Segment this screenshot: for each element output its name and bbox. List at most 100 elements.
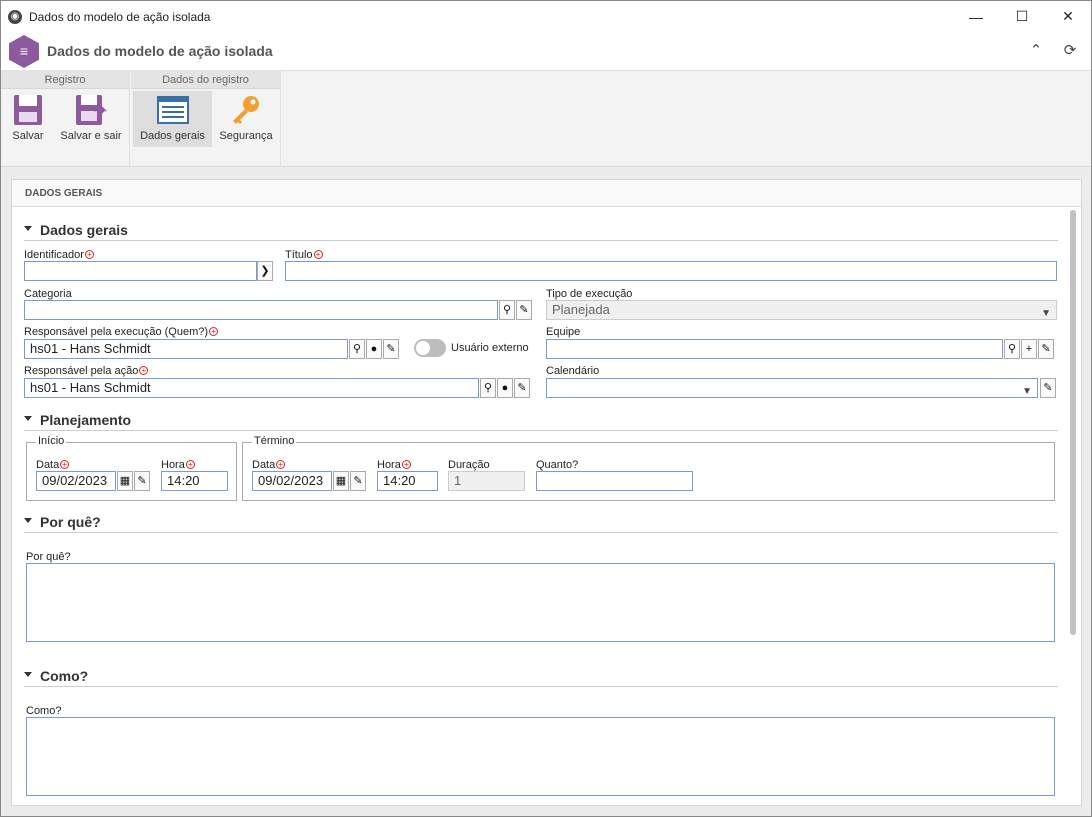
calendar-icon[interactable]: ▦: [333, 471, 349, 491]
user-icon[interactable]: ●: [497, 378, 513, 398]
clear-brush-icon[interactable]: ✎: [350, 471, 366, 491]
clear-brush-icon[interactable]: ✎: [516, 300, 532, 320]
duration-input: 1: [448, 471, 525, 491]
section-title: Por quê?: [40, 514, 101, 530]
how-label: Como?: [26, 705, 62, 717]
end-date-value: 09/02/2023: [258, 473, 324, 488]
save-and-exit-button[interactable]: Salvar e sair: [55, 91, 127, 147]
user-icon[interactable]: ●: [366, 339, 382, 359]
responsible-action-value: hs01 - Hans Schmidt: [30, 380, 151, 395]
search-icon[interactable]: ⚲: [1004, 339, 1020, 359]
start-legend: Início: [36, 435, 67, 447]
general-data-panel: DADOS GERAIS Dados gerais Identificador +…: [11, 179, 1082, 806]
section-general-data[interactable]: Dados gerais: [24, 221, 1058, 241]
amount-input[interactable]: [536, 471, 693, 491]
required-icon: +: [185, 460, 195, 469]
section-title: Dados gerais: [40, 222, 128, 238]
general-data-button[interactable]: Dados gerais: [133, 91, 212, 147]
panel-title: DADOS GERAIS: [12, 180, 1081, 207]
end-date-input[interactable]: 09/02/2023: [252, 471, 332, 491]
responsible-exec-input[interactable]: hs01 - Hans Schmidt: [24, 339, 348, 359]
responsible-exec-label: Responsável pela execução (Quem?) +: [24, 326, 219, 338]
duration-value: 1: [454, 473, 462, 488]
chevron-down-icon: [24, 672, 32, 677]
clear-brush-icon[interactable]: ✎: [514, 378, 530, 398]
refresh-icon[interactable]: ⟳: [1061, 42, 1079, 60]
search-icon[interactable]: ⚲: [480, 378, 496, 398]
section-how[interactable]: Como?: [24, 667, 1058, 687]
calendar-label: Calendário: [546, 365, 600, 377]
section-title: Planejamento: [40, 412, 132, 428]
start-time-input[interactable]: 14:20: [161, 471, 228, 491]
execution-type-select[interactable]: Planejada ▼: [546, 300, 1057, 320]
start-fieldset: Início Data + 09/02/2023 ▦ ✎ Hora + 14:20: [26, 435, 237, 501]
calendar-select[interactable]: ▼: [546, 378, 1038, 398]
search-icon[interactable]: ⚲: [349, 339, 365, 359]
calendar-icon[interactable]: ▦: [117, 471, 133, 491]
end-legend: Término: [252, 435, 297, 447]
general-data-label: Dados gerais: [140, 130, 205, 142]
identifier-label: Identificador +: [24, 249, 94, 261]
maximize-button[interactable]: ☐: [999, 1, 1045, 32]
identifier-input[interactable]: [24, 261, 257, 281]
clear-brush-icon[interactable]: ✎: [1038, 339, 1054, 359]
title-label: Título +: [285, 249, 323, 261]
application-window: ◉ Dados do modelo de ação isolada — ☐ ✕ …: [0, 0, 1092, 817]
end-date-label: Data +: [252, 459, 286, 471]
page-header: ≡ Dados do modelo de ação isolada ⌃ ⟳: [1, 32, 1091, 71]
clear-brush-icon[interactable]: ✎: [134, 471, 150, 491]
ribbon-group-dados-registro: Dados do registro Dados gerais Segurança: [131, 71, 281, 167]
execution-type-label: Tipo de execução: [546, 288, 633, 300]
start-date-value: 09/02/2023: [42, 473, 108, 488]
window-title: Dados do modelo de ação isolada: [29, 9, 211, 24]
search-icon[interactable]: ⚲: [499, 300, 515, 320]
key-icon: [229, 94, 263, 126]
responsible-action-label: Responsável pela ação +: [24, 365, 149, 377]
end-time-label: Hora +: [377, 459, 411, 471]
chevron-down-icon: [24, 416, 32, 421]
why-textarea[interactable]: [26, 563, 1055, 642]
chevron-down-icon: [24, 226, 32, 231]
start-date-input[interactable]: 09/02/2023: [36, 471, 116, 491]
minimize-button[interactable]: —: [953, 1, 999, 32]
responsible-action-input[interactable]: hs01 - Hans Schmidt: [24, 378, 479, 398]
external-user-toggle[interactable]: [414, 339, 446, 357]
required-icon: +: [401, 460, 411, 469]
chevron-right-icon[interactable]: ❯: [257, 261, 273, 281]
end-time-input[interactable]: 14:20: [377, 471, 438, 491]
save-button[interactable]: Salvar: [5, 91, 51, 147]
save-icon: [11, 94, 45, 126]
required-icon: +: [139, 366, 149, 375]
how-textarea[interactable]: [26, 717, 1055, 796]
clear-brush-icon[interactable]: ✎: [383, 339, 399, 359]
save-exit-icon: [74, 94, 108, 126]
close-icon: ✕: [1062, 8, 1074, 24]
chevron-down-icon: [24, 518, 32, 523]
minimize-icon: —: [969, 8, 983, 25]
save-exit-label: Salvar e sair: [60, 130, 122, 142]
form-icon: [156, 94, 190, 126]
section-why[interactable]: Por quê?: [24, 513, 1058, 533]
close-button[interactable]: ✕: [1045, 1, 1091, 32]
why-label: Por quê?: [26, 551, 71, 563]
collapse-icon[interactable]: ⌃: [1027, 42, 1045, 60]
team-input[interactable]: [546, 339, 1003, 359]
vertical-scrollbar[interactable]: [1070, 210, 1076, 635]
title-input[interactable]: [285, 261, 1057, 281]
start-time-label: Hora +: [161, 459, 195, 471]
security-button[interactable]: Segurança: [215, 91, 277, 147]
ribbon-toolbar: Registro Salvar Salvar e sair Dados do r…: [1, 71, 1091, 167]
clear-brush-icon[interactable]: ✎: [1040, 378, 1056, 398]
page-title: Dados do modelo de ação isolada: [47, 43, 273, 59]
required-icon: +: [276, 460, 286, 469]
section-title: Como?: [40, 668, 89, 684]
save-label: Salvar: [12, 130, 44, 142]
add-icon[interactable]: +: [1021, 339, 1037, 359]
required-icon: +: [313, 250, 323, 259]
toggle-knob: [416, 341, 430, 355]
section-planning[interactable]: Planejamento: [24, 411, 1058, 431]
category-input[interactable]: [24, 300, 498, 320]
chevron-down-icon: ▼: [1022, 386, 1032, 397]
start-time-value: 14:20: [167, 473, 200, 488]
category-label: Categoria: [24, 288, 72, 300]
